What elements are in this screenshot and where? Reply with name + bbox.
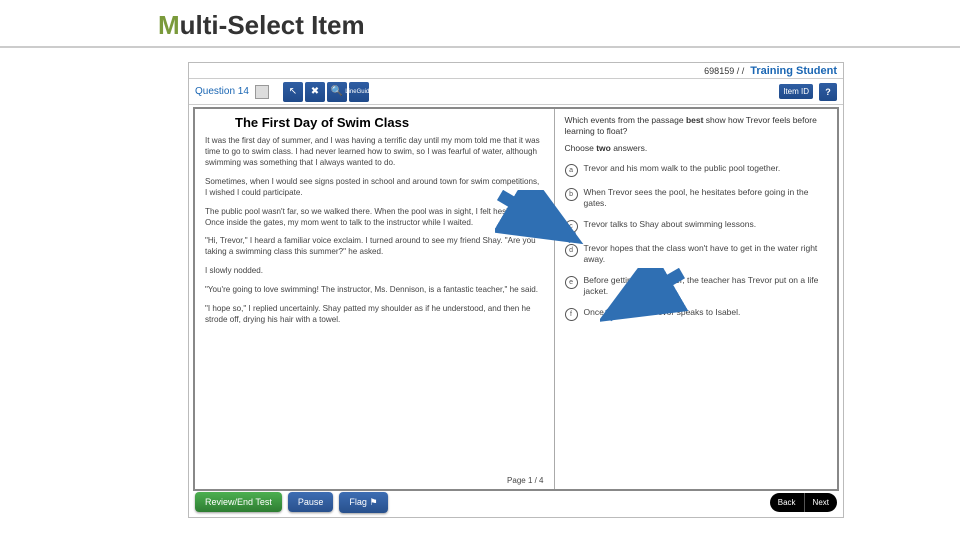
option-text: Once in the pool, Trevor speaks to Isabe… (584, 307, 741, 318)
option-bubble[interactable]: f (565, 308, 578, 321)
help-button[interactable]: ? (819, 83, 837, 101)
page-indicator: Page 1 / 4 (507, 476, 543, 485)
nav-buttons: Back Next (770, 493, 837, 512)
option-text: Before getting in the water, the teacher… (584, 275, 827, 297)
question-instruction: Choose two answers. (565, 143, 827, 153)
line-guide-tool-button[interactable]: Line Guide (349, 82, 369, 102)
slide-title: Multi-Select Item (158, 10, 365, 41)
option-bubble[interactable]: c (565, 220, 578, 233)
footer-bar: Review/End Test Pause Flag ⚑ Back Next (189, 489, 843, 515)
option-bubble[interactable]: e (565, 276, 578, 289)
slide-title-accent: M (158, 10, 180, 40)
lineguide-label-2: Guide (357, 89, 373, 95)
slide-title-rest: ulti-Select Item (180, 10, 365, 40)
passage-paragraph: "Hi, Trevor," I heard a familiar voice e… (205, 236, 544, 258)
magnifier-tool-button[interactable]: 🔍 (327, 82, 347, 102)
next-button[interactable]: Next (804, 493, 837, 512)
passage-paragraph: Sometimes, when I would see signs posted… (205, 177, 544, 199)
option-text: Trevor talks to Shay about swimming less… (584, 219, 757, 230)
flag-button[interactable]: Flag ⚑ (339, 492, 387, 513)
pointer-icon: ↖ (289, 86, 297, 97)
training-student-label: Training Student (750, 65, 837, 77)
question-panel: Which events from the passage best show … (555, 109, 837, 489)
slide-divider (0, 46, 960, 48)
pointer-tool-button[interactable]: ↖ (283, 82, 303, 102)
tool-group: ↖ ✖ 🔍 Line Guide (283, 82, 369, 102)
help-icon: ? (825, 87, 831, 97)
lineguide-label-1: Line (345, 89, 356, 95)
question-stem: Which events from the passage best show … (565, 115, 827, 137)
answer-option-f[interactable]: f Once in the pool, Trevor speaks to Isa… (565, 307, 827, 321)
back-button[interactable]: Back (770, 493, 804, 512)
toolbar: Question 14 ↖ ✖ 🔍 Line Guide Item ID ? (189, 79, 843, 105)
answer-option-a[interactable]: a Trevor and his mom walk to the public … (565, 163, 827, 177)
question-number-label: Question 14 (195, 86, 249, 97)
passage-paragraph: "You're going to love swimming! The inst… (205, 285, 544, 296)
answer-option-e[interactable]: e Before getting in the water, the teach… (565, 275, 827, 297)
option-text: Trevor and his mom walk to the public po… (584, 163, 781, 174)
strike-icon: ✖ (311, 86, 319, 97)
strikethrough-tool-button[interactable]: ✖ (305, 82, 325, 102)
magnify-icon: 🔍 (331, 86, 343, 97)
assessment-app: 698159 / / Training Student Question 14 … (188, 62, 844, 518)
passage-paragraph: I slowly nodded. (205, 266, 544, 277)
passage-paragraph: "I hope so," I replied uncertainly. Shay… (205, 304, 544, 326)
student-id: 698159 / / (704, 66, 744, 76)
passage-title: The First Day of Swim Class (205, 115, 544, 130)
option-text: When Trevor sees the pool, he hesitates … (584, 187, 827, 209)
item-id-button[interactable]: Item ID (779, 84, 813, 99)
content-area: The First Day of Swim Class It was the f… (193, 107, 839, 491)
option-text: Trevor hopes that the class won't have t… (584, 243, 827, 265)
pause-button[interactable]: Pause (288, 492, 334, 512)
passage-paragraph: It was the first day of summer, and I wa… (205, 136, 544, 169)
answer-option-d[interactable]: d Trevor hopes that the class won't have… (565, 243, 827, 265)
option-bubble[interactable]: b (565, 188, 578, 201)
passage-panel: The First Day of Swim Class It was the f… (195, 109, 555, 489)
flag-icon: ⚑ (369, 497, 377, 507)
option-bubble[interactable]: d (565, 244, 578, 257)
answer-option-c[interactable]: c Trevor talks to Shay about swimming le… (565, 219, 827, 233)
flag-toggle[interactable] (255, 85, 269, 99)
answer-option-b[interactable]: b When Trevor sees the pool, he hesitate… (565, 187, 827, 209)
passage-paragraph: The public pool wasn't far, so we walked… (205, 207, 544, 229)
review-end-test-button[interactable]: Review/End Test (195, 492, 282, 512)
option-bubble[interactable]: a (565, 164, 578, 177)
app-header: 698159 / / Training Student (189, 63, 843, 79)
